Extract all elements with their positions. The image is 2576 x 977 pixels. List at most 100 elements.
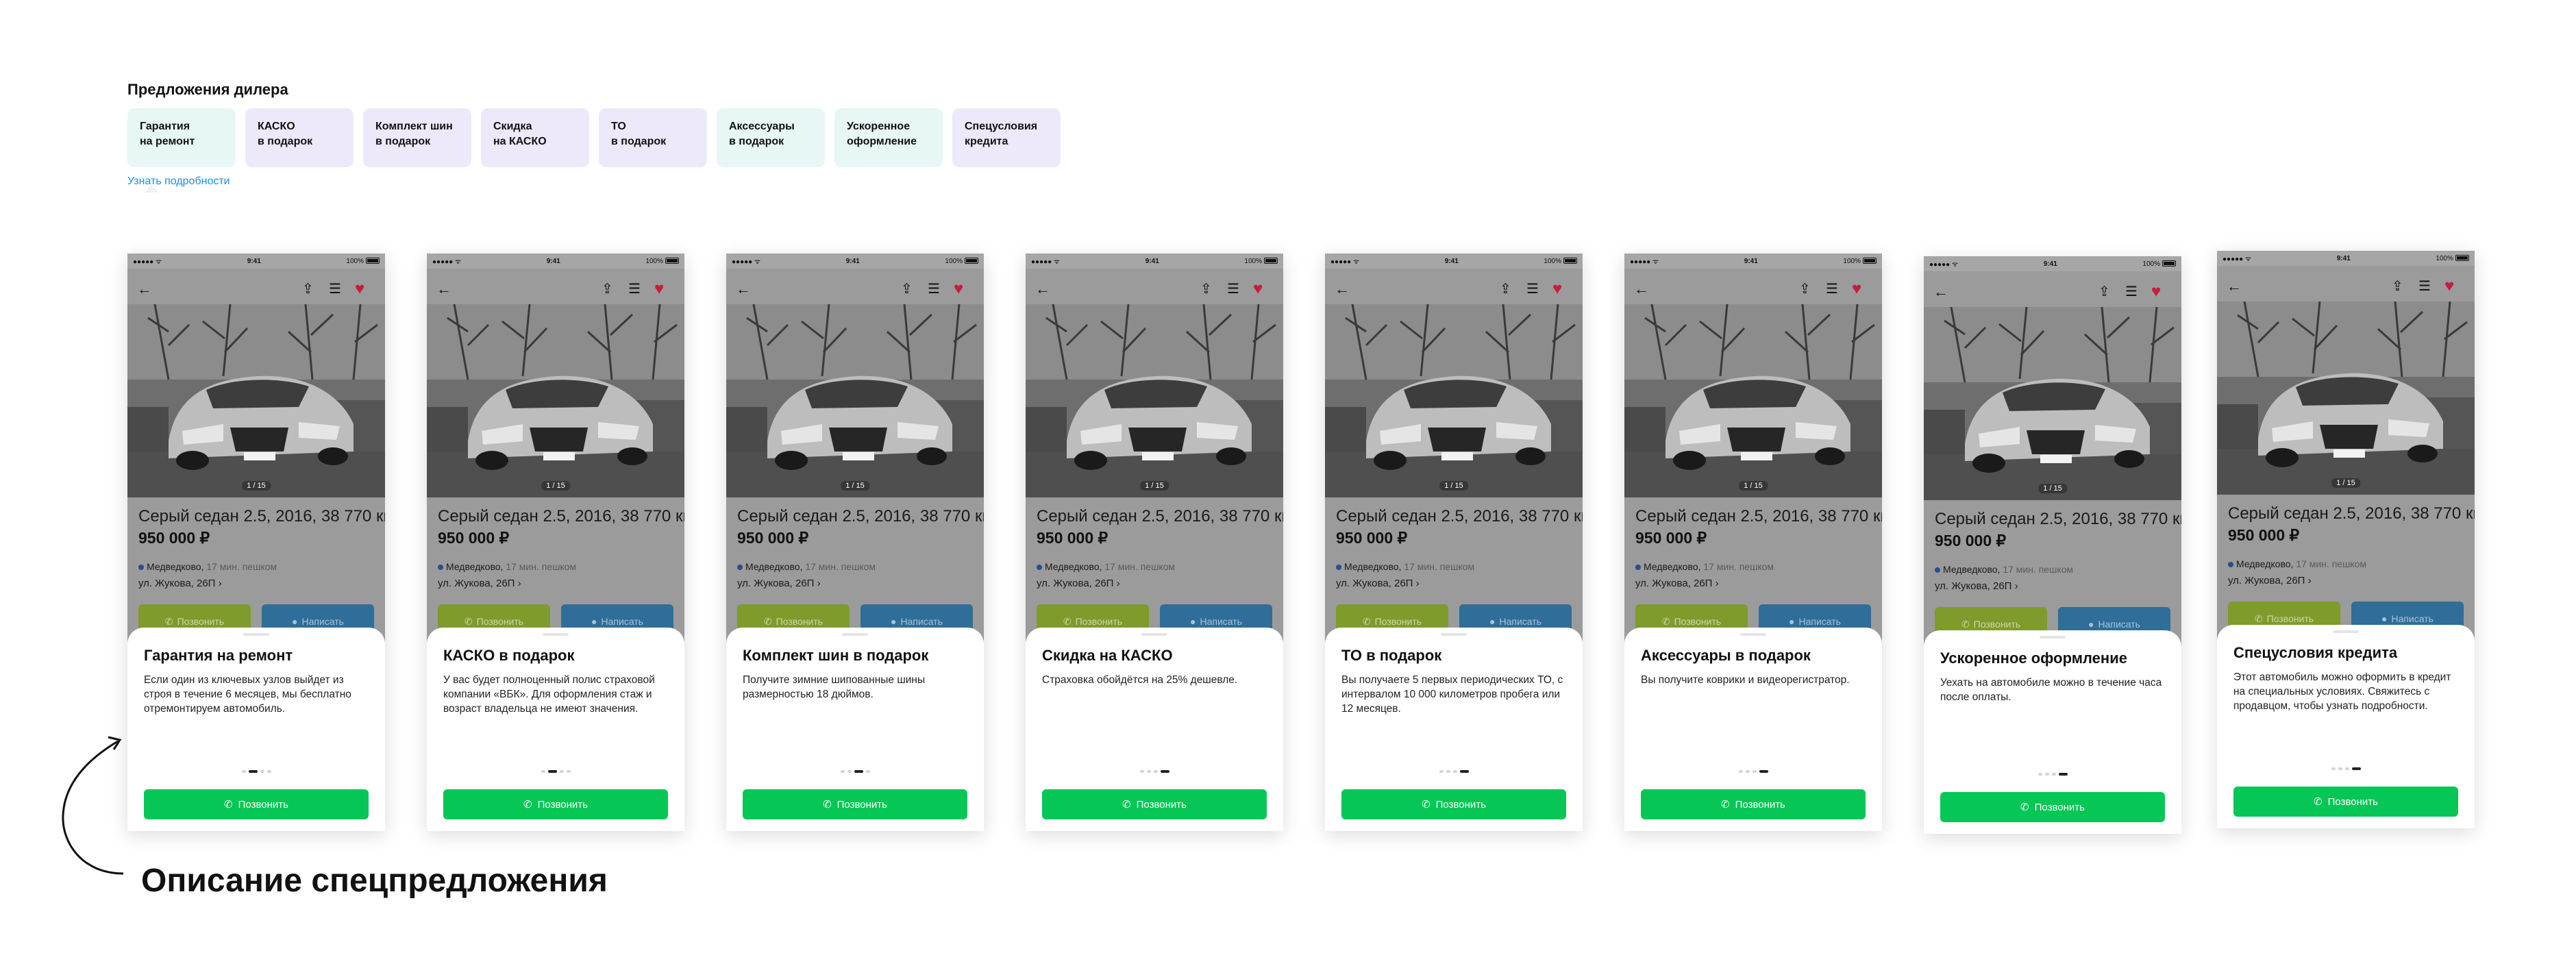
call-button[interactable]: ✆ Позвонить [1341,789,1566,819]
call-button[interactable]: ✆ Позвонить [743,789,967,819]
menu-icon[interactable]: ☰ [2418,278,2431,295]
share-icon[interactable]: ⇪ [2392,278,2403,295]
share-icon[interactable]: ⇪ [901,281,913,297]
share-icon[interactable]: ⇪ [1200,281,1212,297]
page-dots [1026,770,1283,773]
heart-icon[interactable]: ♥ [1852,281,1861,297]
car-price: 950 000 ₽ [438,529,510,547]
share-icon[interactable]: ⇪ [302,281,314,297]
walk-time: 17 мин. пешком [805,561,876,572]
car-price: 950 000 ₽ [1635,529,1707,547]
heart-icon[interactable]: ♥ [1552,281,1562,297]
share-icon[interactable]: ⇪ [602,281,613,297]
page-dot [854,770,863,773]
back-arrow-icon[interactable]: ← [1335,281,1350,297]
page-dots [127,770,385,773]
heart-icon[interactable]: ♥ [954,281,963,297]
car-photo[interactable]: 1 / 15 [1026,304,1283,497]
listing-info: Серый седан 2.5, 2016, 38 770 км 950 000… [1935,510,2181,592]
address-link[interactable]: ул. Жукова, 26П › [737,578,977,589]
status-bar: ●●●●● ᯤ 9:41 100% [127,253,385,269]
offer-description: Страховка обойдётся на 25% дешевле. [1042,674,1238,686]
back-arrow-icon[interactable]: ← [1933,284,1948,300]
address-link[interactable]: ул. Жукова, 26П › [138,578,378,589]
heart-icon[interactable]: ♥ [2444,278,2454,295]
address-link[interactable]: ул. Жукова, 26П › [1935,580,2175,592]
offer-chip[interactable]: Скидка на КАСКО [481,108,589,167]
car-photo[interactable]: 1 / 15 [1624,304,1882,497]
sheet-handle[interactable] [1141,633,1167,636]
address-link[interactable]: ул. Жукова, 26П › [2228,575,2468,586]
call-button-label: Позвонить [837,798,887,811]
back-arrow-icon[interactable]: ← [1035,281,1050,297]
address-link[interactable]: ул. Жукова, 26П › [1336,578,1576,589]
sheet-handle[interactable] [2333,630,2359,633]
address-link[interactable]: ул. Жукова, 26П › [438,578,678,589]
car-photo[interactable]: 1 / 15 [1325,304,1583,497]
offer-chip[interactable]: Гарантия на ремонт [127,108,236,167]
offer-chip[interactable]: КАСКО в подарок [245,108,354,167]
status-time: 9:41 [1145,257,1159,265]
offer-title: Аксессуары в подарок [1641,647,1811,664]
sheet-handle[interactable] [1740,633,1766,636]
offer-chip[interactable]: Аксессуары в подарок [717,108,825,167]
address-link[interactable]: ул. Жукова, 26П › [1635,578,1875,589]
menu-icon[interactable]: ☰ [1826,281,1838,297]
call-button[interactable]: ✆ Позвонить [144,789,369,819]
sheet-handle[interactable] [842,633,868,636]
offer-chip[interactable]: Комплект шин в подарок [363,108,471,167]
page-dots [1924,773,2181,776]
walk-time: 17 мин. пешком [506,561,577,572]
page-dot [1146,770,1151,773]
back-arrow-icon[interactable]: ← [137,281,152,297]
phone-icon: ✆ [1961,618,1970,630]
car-title: Серый седан 2.5, 2016, 38 770 км [138,507,385,525]
call-button[interactable]: ✆ Позвонить [2233,787,2458,817]
call-button[interactable]: ✆ Позвонить [1641,789,1866,819]
battery-level: 100% [2142,260,2176,268]
call-button[interactable]: ✆ Позвонить [1042,789,1267,819]
car-photo[interactable]: 1 / 15 [127,304,385,497]
car-photo[interactable]: 1 / 15 [427,304,684,497]
call-button[interactable]: ✆ Позвонить [1940,792,2165,822]
share-icon[interactable]: ⇪ [1500,281,1511,297]
share-icon[interactable]: ⇪ [2098,284,2110,300]
share-icon[interactable]: ⇪ [1799,281,1811,297]
address-link[interactable]: ул. Жукова, 26П › [1037,578,1276,589]
sheet-handle[interactable] [2040,636,2066,639]
offer-chip[interactable]: Ускоренное оформление [834,108,943,167]
phone-screen: ●●●●● ᯤ 9:41 100% ← ⇪ ☰ ♥ 1 / 15 Серый с… [1026,253,1283,831]
back-arrow-icon[interactable]: ← [736,281,751,297]
car-photo[interactable]: 1 / 15 [2217,301,2475,495]
back-arrow-icon[interactable]: ← [436,281,451,297]
battery-level: 100% [1544,258,1577,265]
battery-level: 100% [1843,258,1877,265]
more-details-link[interactable]: Узнать подробности [127,175,230,188]
listing-info: Серый седан 2.5, 2016, 38 770 км 950 000… [2228,504,2475,586]
sheet-handle[interactable] [1441,633,1467,636]
offer-chip[interactable]: ТО в подарок [599,108,707,167]
heart-icon[interactable]: ♥ [654,281,664,297]
heart-icon[interactable]: ♥ [355,281,364,297]
car-photo[interactable]: 1 / 15 [1924,307,2181,500]
page-dot [2344,767,2349,770]
call-button[interactable]: ✆ Позвонить [443,789,668,819]
signal-icon: ●●●●● ᯤ [732,258,761,266]
sheet-handle[interactable] [243,633,269,636]
status-bar: ●●●●● ᯤ 9:41 100% [1624,253,1882,269]
menu-icon[interactable]: ☰ [329,281,341,297]
menu-icon[interactable]: ☰ [2125,284,2138,300]
offer-chip[interactable]: Спецусловия кредита [952,108,1061,167]
battery-level: 100% [645,258,679,265]
heart-icon[interactable]: ♥ [1253,281,1263,297]
heart-icon[interactable]: ♥ [2151,284,2161,300]
menu-icon[interactable]: ☰ [928,281,940,297]
menu-icon[interactable]: ☰ [1526,281,1539,297]
back-arrow-icon[interactable]: ← [1634,281,1649,297]
sheet-handle[interactable] [543,633,569,636]
menu-icon[interactable]: ☰ [628,281,641,297]
car-photo[interactable]: 1 / 15 [726,304,984,497]
metro-icon [438,565,443,571]
menu-icon[interactable]: ☰ [1227,281,1239,297]
back-arrow-icon[interactable]: ← [2227,278,2242,295]
